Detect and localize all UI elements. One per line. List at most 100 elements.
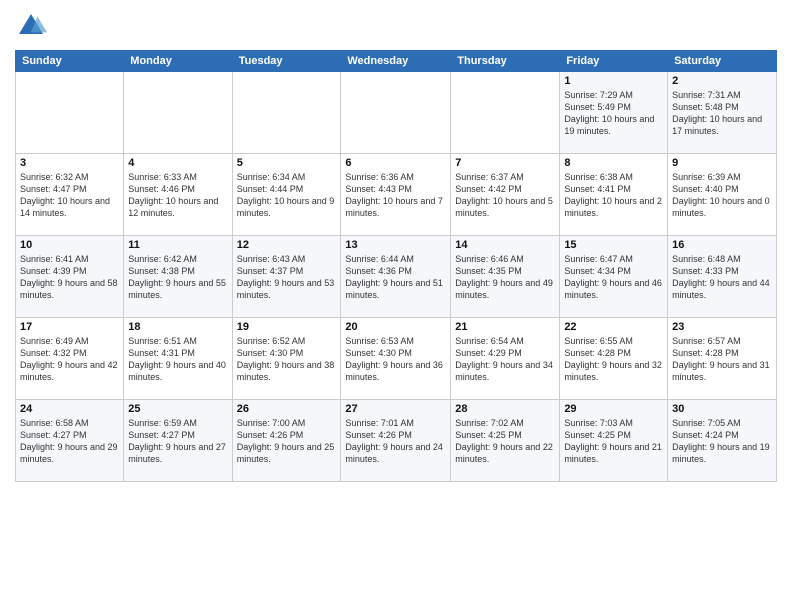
- day-info: Sunrise: 6:47 AM Sunset: 4:34 PM Dayligh…: [564, 253, 663, 302]
- day-number: 19: [237, 321, 337, 333]
- week-row-3: 10 Sunrise: 6:41 AM Sunset: 4:39 PM Dayli…: [16, 236, 777, 318]
- day-header-saturday: Saturday: [668, 51, 777, 72]
- day-number: 24: [20, 403, 119, 415]
- logo-icon: [15, 10, 47, 42]
- calendar-cell: 9 Sunrise: 6:39 AM Sunset: 4:40 PM Daylig…: [668, 154, 777, 236]
- day-info: Sunrise: 7:29 AM Sunset: 5:49 PM Dayligh…: [564, 89, 663, 138]
- calendar-cell: 30 Sunrise: 7:05 AM Sunset: 4:24 PM Dayli…: [668, 400, 777, 482]
- day-info: Sunrise: 6:42 AM Sunset: 4:38 PM Dayligh…: [128, 253, 227, 302]
- calendar-cell: 26Sunrise: 7:00 AM Sunset: 4:26 PM Dayli…: [232, 400, 341, 482]
- day-info: Sunrise: 6:46 AM Sunset: 4:35 PM Dayligh…: [455, 253, 555, 302]
- day-number: 17: [20, 321, 119, 333]
- day-number: 8: [564, 157, 663, 169]
- day-number: 21: [455, 321, 555, 333]
- day-number: 7: [455, 157, 555, 169]
- calendar-cell: 20 Sunrise: 6:53 AM Sunset: 4:30 PM Dayli…: [341, 318, 451, 400]
- calendar-cell: 1 Sunrise: 7:29 AM Sunset: 5:49 PM Daylig…: [560, 72, 668, 154]
- day-info: Sunrise: 6:39 AM Sunset: 4:40 PM Dayligh…: [672, 171, 772, 220]
- day-info: Sunrise: 7:00 AM Sunset: 4:26 PM Dayligh…: [237, 417, 337, 466]
- day-number: 2: [672, 75, 772, 87]
- day-number: 10: [20, 239, 119, 251]
- calendar-cell: 24 Sunrise: 6:58 AM Sunset: 4:27 PM Dayli…: [16, 400, 124, 482]
- day-info: Sunrise: 6:54 AM Sunset: 4:29 PM Dayligh…: [455, 335, 555, 384]
- calendar-cell: 13 Sunrise: 6:44 AM Sunset: 4:36 PM Dayli…: [341, 236, 451, 318]
- day-info: Sunrise: 6:43 AM Sunset: 4:37 PM Dayligh…: [237, 253, 337, 302]
- day-info: Sunrise: 7:31 AM Sunset: 5:48 PM Dayligh…: [672, 89, 772, 138]
- calendar-cell: 2 Sunrise: 7:31 AM Sunset: 5:48 PM Daylig…: [668, 72, 777, 154]
- calendar-cell: 6Sunrise: 6:36 AM Sunset: 4:43 PM Daylig…: [341, 154, 451, 236]
- calendar: SundayMondayTuesdayWednesdayThursdayFrid…: [15, 50, 777, 482]
- day-number: 9: [672, 157, 772, 169]
- calendar-cell: [124, 72, 232, 154]
- day-header-sunday: Sunday: [16, 51, 124, 72]
- day-number: 28: [455, 403, 555, 415]
- day-number: 18: [128, 321, 227, 333]
- day-info: Sunrise: 6:57 AM Sunset: 4:28 PM Dayligh…: [672, 335, 772, 384]
- calendar-cell: [16, 72, 124, 154]
- day-number: 12: [237, 239, 337, 251]
- calendar-cell: 14 Sunrise: 6:46 AM Sunset: 4:35 PM Dayli…: [451, 236, 560, 318]
- day-number: 20: [345, 321, 446, 333]
- header: [15, 10, 777, 42]
- calendar-cell: 19 Sunrise: 6:52 AM Sunset: 4:30 PM Dayli…: [232, 318, 341, 400]
- day-info: Sunrise: 6:38 AM Sunset: 4:41 PM Dayligh…: [564, 171, 663, 220]
- calendar-cell: [232, 72, 341, 154]
- calendar-cell: [451, 72, 560, 154]
- calendar-cell: 28 Sunrise: 7:02 AM Sunset: 4:25 PM Dayli…: [451, 400, 560, 482]
- day-number: 23: [672, 321, 772, 333]
- day-header-monday: Monday: [124, 51, 232, 72]
- week-row-2: 3 Sunrise: 6:32 AM Sunset: 4:47 PM Daylig…: [16, 154, 777, 236]
- calendar-cell: 25Sunrise: 6:59 AM Sunset: 4:27 PM Dayli…: [124, 400, 232, 482]
- day-header-friday: Friday: [560, 51, 668, 72]
- day-info: Sunrise: 6:33 AM Sunset: 4:46 PM Dayligh…: [128, 171, 227, 220]
- day-info: Sunrise: 6:52 AM Sunset: 4:30 PM Dayligh…: [237, 335, 337, 384]
- day-info: Sunrise: 7:05 AM Sunset: 4:24 PM Dayligh…: [672, 417, 772, 466]
- day-number: 30: [672, 403, 772, 415]
- day-number: 3: [20, 157, 119, 169]
- day-info: Sunrise: 6:53 AM Sunset: 4:30 PM Dayligh…: [345, 335, 446, 384]
- day-info: Sunrise: 6:59 AM Sunset: 4:27 PM Dayligh…: [128, 417, 227, 466]
- day-info: Sunrise: 6:41 AM Sunset: 4:39 PM Dayligh…: [20, 253, 119, 302]
- calendar-header: SundayMondayTuesdayWednesdayThursdayFrid…: [16, 51, 777, 72]
- day-number: 15: [564, 239, 663, 251]
- day-number: 14: [455, 239, 555, 251]
- week-row-5: 24 Sunrise: 6:58 AM Sunset: 4:27 PM Dayli…: [16, 400, 777, 482]
- day-number: 22: [564, 321, 663, 333]
- day-header-tuesday: Tuesday: [232, 51, 341, 72]
- day-number: 5: [237, 157, 337, 169]
- day-number: 29: [564, 403, 663, 415]
- day-info: Sunrise: 6:32 AM Sunset: 4:47 PM Dayligh…: [20, 171, 119, 220]
- calendar-cell: 16Sunrise: 6:48 AM Sunset: 4:33 PM Dayli…: [668, 236, 777, 318]
- day-header-thursday: Thursday: [451, 51, 560, 72]
- week-row-4: 17 Sunrise: 6:49 AM Sunset: 4:32 PM Dayli…: [16, 318, 777, 400]
- day-number: 16: [672, 239, 772, 251]
- day-number: 6: [345, 157, 446, 169]
- calendar-cell: 22Sunrise: 6:55 AM Sunset: 4:28 PM Dayli…: [560, 318, 668, 400]
- day-info: Sunrise: 6:49 AM Sunset: 4:32 PM Dayligh…: [20, 335, 119, 384]
- calendar-cell: 10 Sunrise: 6:41 AM Sunset: 4:39 PM Dayli…: [16, 236, 124, 318]
- calendar-body: 1 Sunrise: 7:29 AM Sunset: 5:49 PM Daylig…: [16, 72, 777, 482]
- logo: [15, 10, 51, 42]
- day-info: Sunrise: 6:37 AM Sunset: 4:42 PM Dayligh…: [455, 171, 555, 220]
- calendar-cell: 3 Sunrise: 6:32 AM Sunset: 4:47 PM Daylig…: [16, 154, 124, 236]
- calendar-cell: 29Sunrise: 7:03 AM Sunset: 4:25 PM Dayli…: [560, 400, 668, 482]
- day-info: Sunrise: 7:02 AM Sunset: 4:25 PM Dayligh…: [455, 417, 555, 466]
- day-info: Sunrise: 6:44 AM Sunset: 4:36 PM Dayligh…: [345, 253, 446, 302]
- calendar-cell: 17 Sunrise: 6:49 AM Sunset: 4:32 PM Dayli…: [16, 318, 124, 400]
- calendar-cell: 15 Sunrise: 6:47 AM Sunset: 4:34 PM Dayli…: [560, 236, 668, 318]
- calendar-cell: 11Sunrise: 6:42 AM Sunset: 4:38 PM Dayli…: [124, 236, 232, 318]
- day-header-wednesday: Wednesday: [341, 51, 451, 72]
- calendar-cell: 21 Sunrise: 6:54 AM Sunset: 4:29 PM Dayli…: [451, 318, 560, 400]
- calendar-cell: 8 Sunrise: 6:38 AM Sunset: 4:41 PM Daylig…: [560, 154, 668, 236]
- day-info: Sunrise: 6:34 AM Sunset: 4:44 PM Dayligh…: [237, 171, 337, 220]
- day-number: 1: [564, 75, 663, 87]
- day-info: Sunrise: 7:01 AM Sunset: 4:26 PM Dayligh…: [345, 417, 446, 466]
- day-info: Sunrise: 6:58 AM Sunset: 4:27 PM Dayligh…: [20, 417, 119, 466]
- day-number: 4: [128, 157, 227, 169]
- day-info: Sunrise: 6:51 AM Sunset: 4:31 PM Dayligh…: [128, 335, 227, 384]
- day-number: 27: [345, 403, 446, 415]
- day-number: 13: [345, 239, 446, 251]
- calendar-cell: 4 Sunrise: 6:33 AM Sunset: 4:46 PM Daylig…: [124, 154, 232, 236]
- calendar-cell: [341, 72, 451, 154]
- calendar-cell: 12 Sunrise: 6:43 AM Sunset: 4:37 PM Dayli…: [232, 236, 341, 318]
